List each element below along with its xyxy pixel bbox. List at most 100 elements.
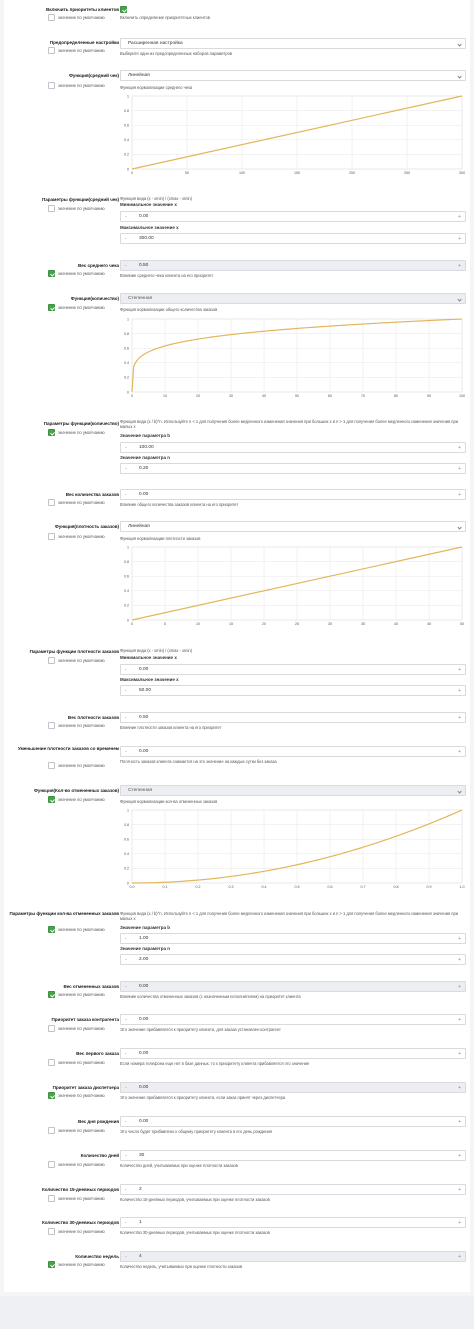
minus-button[interactable]: - [125,212,127,222]
weight-input[interactable]: - 0.50 + [120,260,466,271]
enable-checkbox[interactable] [120,6,127,13]
minus-button[interactable]: - [125,443,127,453]
plus-button[interactable]: + [458,443,461,453]
preset-select[interactable]: Расширенная настройка [120,38,466,49]
min-x-input[interactable]: - 0.00 + [120,664,466,675]
default-toggle[interactable]: значение по умолчанию [48,1025,105,1032]
minus-button[interactable]: - [125,747,127,757]
default-toggle[interactable]: значение по умолчанию [48,429,105,436]
periods-30-input[interactable]: - 1 + [120,1217,466,1228]
minus-button[interactable]: - [125,1117,127,1127]
default-toggle[interactable]: значение по умолчанию [48,1195,105,1202]
weeks-input[interactable]: - 4 + [120,1251,466,1262]
weight-input[interactable]: - 0.00 + [120,1048,466,1059]
default-toggle[interactable]: значение по умолчанию [48,1092,105,1099]
minus-button[interactable]: - [125,1015,127,1025]
minus-button[interactable]: - [125,490,127,500]
priority-input[interactable]: - 0.00 + [120,1082,466,1093]
default-toggle[interactable]: значение по умолчанию [48,47,105,54]
plus-button[interactable]: + [458,686,461,696]
default-checkbox[interactable] [48,304,55,311]
minus-button[interactable]: - [125,261,127,271]
plus-button[interactable]: + [458,665,461,675]
plus-button[interactable]: + [458,464,461,474]
minus-button[interactable]: - [125,1083,127,1093]
param-n-input[interactable]: - 2.00 + [120,954,466,965]
minus-button[interactable]: - [125,1049,127,1059]
default-toggle[interactable]: значение по умолчанию [48,1228,105,1235]
min-x-input[interactable]: - 0.00 + [120,211,466,222]
plus-button[interactable]: + [458,955,461,965]
function-select[interactable]: Линейная [120,70,466,81]
default-checkbox[interactable] [48,762,55,769]
weight-input[interactable]: - 0.00 + [120,489,466,500]
default-checkbox[interactable] [48,1059,55,1066]
default-toggle[interactable]: значение по умолчанию [48,762,105,769]
default-toggle[interactable]: значение по умолчанию [48,722,105,729]
plus-button[interactable]: + [458,982,461,992]
default-checkbox[interactable] [48,533,55,540]
default-toggle[interactable]: значение по умолчанию [48,926,105,933]
minus-button[interactable]: - [125,464,127,474]
plus-button[interactable]: + [458,1117,461,1127]
minus-button[interactable]: - [125,934,127,944]
default-checkbox[interactable] [48,47,55,54]
default-checkbox[interactable] [48,991,55,998]
default-checkbox[interactable] [48,499,55,506]
default-checkbox[interactable] [48,657,55,664]
default-toggle[interactable]: значение по умолчанию [48,1261,105,1268]
priority-input[interactable]: - 0.00 + [120,1014,466,1025]
plus-button[interactable]: + [458,1218,461,1228]
default-checkbox[interactable] [48,1025,55,1032]
default-checkbox[interactable] [48,796,55,803]
default-checkbox[interactable] [48,1228,55,1235]
default-checkbox[interactable] [48,1195,55,1202]
default-toggle[interactable]: значение по умолчанию [48,1161,105,1168]
plus-button[interactable]: + [458,261,461,271]
param-b-input[interactable]: - 100.00 + [120,442,466,453]
plus-button[interactable]: + [458,713,461,723]
minus-button[interactable]: - [125,1151,127,1161]
default-toggle[interactable]: значение по умолчанию [48,1127,105,1134]
default-checkbox[interactable] [48,1092,55,1099]
plus-button[interactable]: + [458,1015,461,1025]
default-toggle[interactable]: значение по умолчанию [48,1059,105,1066]
param-n-input[interactable]: - 0.20 + [120,463,466,474]
default-toggle[interactable]: значение по умолчанию [48,533,105,540]
default-checkbox[interactable] [48,429,55,436]
max-x-input[interactable]: - 300.00 + [120,233,466,244]
plus-button[interactable]: + [458,747,461,757]
minus-button[interactable]: - [125,1252,127,1262]
plus-button[interactable]: + [458,1185,461,1195]
default-checkbox[interactable] [48,82,55,89]
weight-input[interactable]: - 0.50 + [120,712,466,723]
plus-button[interactable]: + [458,934,461,944]
minus-button[interactable]: - [125,955,127,965]
plus-button[interactable]: + [458,234,461,244]
minus-button[interactable]: - [125,686,127,696]
weight-input[interactable]: - 0.00 + [120,1116,466,1127]
default-toggle[interactable]: значение по умолчанию [48,14,105,21]
max-x-input[interactable]: - 50.00 + [120,685,466,696]
function-select[interactable]: Линейная [120,521,466,532]
weight-input[interactable]: - 0.00 + [120,981,466,992]
default-checkbox[interactable] [48,1261,55,1268]
minus-button[interactable]: - [125,1185,127,1195]
default-checkbox[interactable] [48,270,55,277]
default-toggle[interactable]: значение по умолчанию [48,304,105,311]
plus-button[interactable]: + [458,1049,461,1059]
decay-input[interactable]: - 0.00 + [120,746,466,757]
function-select[interactable]: Степенная [120,293,466,304]
plus-button[interactable]: + [458,212,461,222]
periods-15-input[interactable]: - 2 + [120,1184,466,1195]
plus-button[interactable]: + [458,1083,461,1093]
default-checkbox[interactable] [48,722,55,729]
minus-button[interactable]: - [125,982,127,992]
minus-button[interactable]: - [125,1218,127,1228]
plus-button[interactable]: + [458,490,461,500]
param-b-input[interactable]: - 1.00 + [120,933,466,944]
default-toggle[interactable]: значение по умолчанию [48,270,105,277]
plus-button[interactable]: + [458,1151,461,1161]
default-checkbox[interactable] [48,14,55,21]
default-toggle[interactable]: значение по умолчанию [48,657,105,664]
